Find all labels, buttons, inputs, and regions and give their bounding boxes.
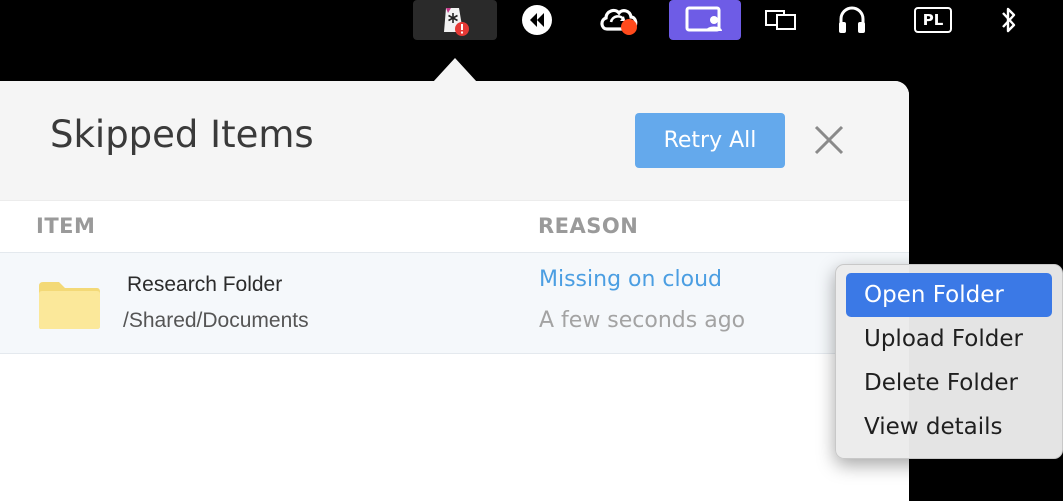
menu-bar: PL (0, 0, 1063, 42)
reason-timestamp: A few seconds ago (539, 308, 746, 333)
close-icon (814, 125, 844, 155)
folder-icon (39, 282, 100, 329)
rewind-icon[interactable] (517, 0, 557, 40)
sync-app-icon[interactable] (413, 0, 497, 40)
menu-item-open-folder[interactable]: Open Folder (846, 273, 1052, 317)
screen-share-icon[interactable] (669, 0, 741, 40)
menu-item-delete-folder[interactable]: Delete Folder (846, 361, 1052, 405)
reason-link[interactable]: Missing on cloud (539, 267, 722, 292)
headphones-icon[interactable] (832, 0, 872, 40)
input-source-label: PL (913, 7, 953, 33)
context-menu: Open Folder Upload Folder Delete Folder … (835, 264, 1063, 459)
panel-header: Skipped Items Retry All (0, 81, 909, 200)
menu-item-upload-folder[interactable]: Upload Folder (846, 317, 1052, 361)
item-name: Research Folder (127, 273, 283, 296)
popover-arrow (433, 58, 477, 82)
display-mirror-icon[interactable] (761, 0, 801, 40)
skipped-items-panel: Skipped Items Retry All ITEM REASON Rese… (0, 81, 909, 501)
column-header-item: ITEM (36, 214, 96, 238)
item-path: /Shared/Documents (123, 309, 309, 332)
menu-item-view-details[interactable]: View details (846, 405, 1052, 449)
panel-title: Skipped Items (50, 113, 314, 156)
bluetooth-icon[interactable] (993, 0, 1025, 40)
column-header-reason: REASON (538, 214, 639, 238)
close-button[interactable] (808, 119, 850, 161)
column-header-row: ITEM REASON (0, 200, 909, 252)
retry-all-button[interactable]: Retry All (635, 113, 785, 168)
input-source-badge[interactable]: PL (910, 0, 956, 40)
alert-dot-icon (621, 19, 637, 35)
table-row[interactable]: Research Folder /Shared/Documents Missin… (0, 252, 909, 354)
cloud-sync-icon[interactable] (597, 0, 641, 40)
